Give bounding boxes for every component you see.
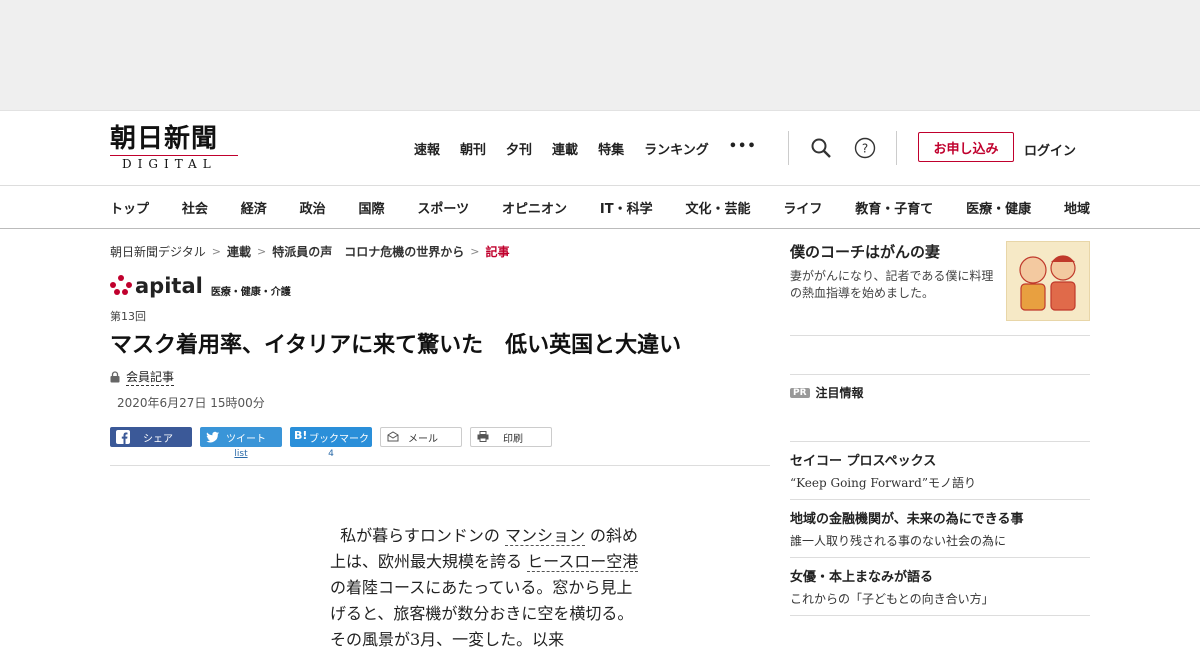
nav-evening[interactable]: 夕刊: [506, 139, 532, 158]
pr-item-title: セイコー プロスペックス: [790, 454, 937, 469]
category-culture[interactable]: 文化・芸能: [685, 198, 750, 217]
logo-en: DIGITAL: [122, 157, 217, 171]
series-number: 第13回: [110, 310, 146, 323]
category-top[interactable]: トップ: [110, 198, 149, 217]
apital-logo[interactable]: apital 医療・健康・介護: [110, 274, 770, 298]
chevron-right-icon: >: [470, 245, 480, 258]
sidebar-spacer: [790, 336, 1090, 375]
chevron-right-icon: >: [211, 245, 221, 258]
pr-item-title: 地域の金融機関が、未来の為にできる事: [790, 512, 1024, 527]
hatena-bookmark-button[interactable]: B! ブックマーク: [290, 427, 372, 447]
category-society[interactable]: 社会: [182, 198, 208, 217]
top-nav: 速報 朝刊 夕刊 連載 特集 ランキング •••: [414, 139, 757, 158]
twitter-count[interactable]: list: [200, 449, 282, 459]
category-education[interactable]: 教育・子育て: [855, 198, 933, 217]
facebook-share-button[interactable]: シェア: [110, 427, 192, 447]
svg-text:?: ?: [862, 142, 868, 156]
ad-banner-area: [0, 0, 1200, 110]
category-opinion[interactable]: オピニオン: [502, 198, 567, 217]
share-counts: list 4: [110, 449, 770, 459]
category-life[interactable]: ライフ: [783, 198, 822, 217]
pr-item-title: 女優・本上まなみが語る: [790, 570, 934, 585]
print-button[interactable]: 印刷: [470, 427, 552, 447]
promo-card[interactable]: 僕のコーチはがんの妻 妻ががんになり、記者である僕に料理の熱血指導を始めました。: [790, 241, 1090, 336]
pr-item[interactable]: 女優・本上まなみが語る これからの「子どもとの向き合い方」: [790, 558, 1090, 616]
login-link[interactable]: ログイン: [1024, 140, 1076, 159]
promo-illustration: [1006, 241, 1090, 321]
body-link-heathrow[interactable]: ヒースロー空港: [527, 552, 639, 572]
facebook-icon: [116, 430, 130, 447]
sidebar: 僕のコーチはがんの妻 妻ががんになり、記者である僕に料理の熱血指導を始めました。…: [790, 241, 1090, 616]
logo-rule: [110, 155, 238, 156]
nav-breaking[interactable]: 速報: [414, 139, 440, 158]
body-text-3: の着陸コースにあたっている。窓から見上げると、旅客機が数分おきに空を横切る。その…: [330, 578, 634, 649]
breadcrumb-home[interactable]: 朝日新聞デジタル: [110, 243, 206, 260]
divider: [788, 131, 789, 165]
apital-word: apital: [135, 274, 203, 298]
category-it-science[interactable]: IT・科学: [600, 198, 653, 217]
category-economy[interactable]: 経済: [241, 198, 267, 217]
facebook-label: シェア: [143, 433, 173, 445]
pr-section-header: PR 注目情報: [790, 384, 1090, 401]
hatena-label: ブックマーク: [309, 433, 369, 445]
more-menu-button[interactable]: •••: [729, 139, 757, 158]
category-health[interactable]: 医療・健康: [966, 198, 1031, 217]
twitter-label: ツイート: [226, 433, 266, 445]
twitter-share-button[interactable]: ツイート: [200, 427, 282, 447]
divider: [110, 465, 770, 466]
logo-jp: 朝日新聞: [110, 124, 219, 154]
nav-series[interactable]: 連載: [552, 139, 578, 158]
breadcrumb-current: 記事: [485, 245, 510, 259]
pr-item-desc: 誰一人取り残される事のない社会の為に: [790, 534, 1007, 548]
apital-dots-icon: [110, 275, 132, 297]
article-column: 朝日新聞デジタル > 連載 > 特派員の声 コロナ危機の世界から > 記事 ap…: [110, 243, 770, 466]
category-nav: トップ 社会 経済 政治 国際 スポーツ オピニオン IT・科学 文化・芸能 ラ…: [0, 185, 1200, 229]
twitter-icon: [206, 430, 220, 447]
pr-label: 注目情報: [815, 386, 864, 400]
hatena-bookmark-icon: B!: [294, 429, 308, 442]
publish-date: 2020年6月27日 15時00分: [117, 396, 265, 410]
pr-item[interactable]: セイコー プロスペックス “Keep Going Forward”モノ語り: [790, 442, 1090, 500]
pr-item-desc: “Keep Going Forward”モノ語り: [790, 476, 976, 490]
pr-badge: PR: [790, 387, 810, 398]
body-text-1: 私が暮らすロンドンの: [340, 526, 505, 545]
pr-item[interactable]: 地域の金融機関が、未来の為にできる事 誰一人取り残される事のない社会の為に: [790, 500, 1090, 558]
mail-label: メール: [408, 433, 438, 445]
nav-morning[interactable]: 朝刊: [460, 139, 486, 158]
site-logo[interactable]: 朝日新聞 DIGITAL: [110, 125, 245, 171]
member-article-link[interactable]: 会員記事: [126, 368, 175, 386]
pr-item-desc: これからの「子どもとの向き合い方」: [790, 592, 994, 606]
breadcrumb: 朝日新聞デジタル > 連載 > 特派員の声 コロナ危機の世界から > 記事: [110, 243, 770, 260]
mail-share-button[interactable]: メール: [380, 427, 462, 447]
search-icon[interactable]: [810, 137, 832, 159]
subscribe-button[interactable]: お申し込み: [918, 132, 1014, 162]
divider: [896, 131, 897, 165]
apital-tag: 医療・健康・介護: [210, 286, 291, 298]
member-article-label: 会員記事: [110, 368, 770, 386]
site-header: 朝日新聞 DIGITAL 速報 朝刊 夕刊 連載 特集 ランキング ••• ? …: [0, 110, 1200, 185]
nav-features[interactable]: 特集: [598, 139, 624, 158]
category-international[interactable]: 国際: [359, 198, 385, 217]
share-buttons: シェア ツイート B! ブックマーク メール 印刷: [110, 427, 770, 447]
breadcrumb-series-name[interactable]: 特派員の声 コロナ危機の世界から: [272, 243, 464, 260]
category-politics[interactable]: 政治: [300, 198, 326, 217]
print-label: 印刷: [503, 433, 523, 445]
help-icon[interactable]: ?: [854, 137, 876, 159]
chevron-right-icon: >: [257, 245, 267, 258]
breadcrumb-series[interactable]: 連載: [227, 243, 251, 260]
body-link-mansion[interactable]: マンション: [504, 526, 585, 546]
nav-ranking[interactable]: ランキング: [644, 139, 709, 158]
lock-icon: [110, 371, 120, 383]
article-title: マスク着用率、イタリアに来て驚いた 低い英国と大違い: [110, 333, 682, 358]
mail-icon: [387, 431, 399, 445]
hatena-count[interactable]: 4: [290, 449, 372, 459]
category-sports[interactable]: スポーツ: [417, 198, 469, 217]
category-region[interactable]: 地域: [1064, 198, 1090, 217]
pr-list: セイコー プロスペックス “Keep Going Forward”モノ語り 地域…: [790, 441, 1090, 616]
promo-description: 妻ががんになり、記者である僕に料理の熱血指導を始めました。: [790, 269, 994, 300]
article-body: 私が暮らすロンドンの マンション の斜め上は、欧州最大規模を誇る ヒースロー空港…: [330, 523, 640, 653]
print-icon: [477, 431, 489, 445]
